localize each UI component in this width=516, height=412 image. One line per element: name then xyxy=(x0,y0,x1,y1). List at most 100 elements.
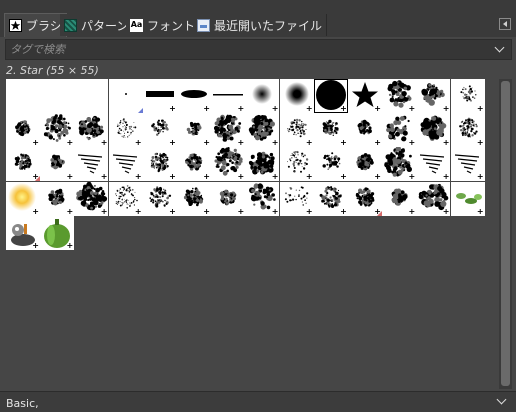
brush-item[interactable]: + xyxy=(6,181,40,216)
brush-item[interactable]: + xyxy=(348,147,382,182)
editable-marker-icon: + xyxy=(305,172,313,182)
brush-item[interactable]: + xyxy=(6,147,40,182)
editable-marker-icon: + xyxy=(340,138,347,148)
brush-item[interactable]: + xyxy=(279,181,314,216)
brush-item[interactable]: + xyxy=(313,79,348,113)
editable-marker-icon: + xyxy=(374,104,381,113)
brush-item[interactable] xyxy=(40,79,75,113)
chevron-down-icon[interactable] xyxy=(497,396,507,406)
tag-assign-input[interactable] xyxy=(4,394,488,412)
brush-item[interactable]: + xyxy=(382,113,417,148)
editable-marker-icon: + xyxy=(442,138,450,148)
brush-item[interactable]: + xyxy=(313,181,348,216)
document-history-icon xyxy=(197,18,210,32)
brush-item[interactable]: + xyxy=(211,181,246,216)
brush-item[interactable]: + xyxy=(416,113,451,148)
editable-marker-icon: + xyxy=(374,138,381,148)
brush-item[interactable]: + xyxy=(245,181,280,216)
brush-item[interactable]: + xyxy=(279,79,314,113)
brush-item[interactable] xyxy=(6,79,40,113)
brush-item[interactable]: + xyxy=(177,147,211,182)
brush-item[interactable]: + xyxy=(416,181,451,216)
brush-item[interactable]: + xyxy=(382,79,417,113)
editable-marker-icon: + xyxy=(271,138,279,148)
brush-item[interactable]: + xyxy=(142,79,177,113)
editable-marker-icon: + xyxy=(408,104,416,113)
brush-item[interactable]: + xyxy=(74,113,109,148)
brush-item[interactable]: + xyxy=(108,113,143,148)
brush-item[interactable]: + xyxy=(108,181,143,216)
chevron-down-icon[interactable] xyxy=(495,44,505,54)
editable-marker-icon: + xyxy=(237,104,245,113)
editable-marker-icon: + xyxy=(203,172,210,182)
brush-item[interactable]: + xyxy=(245,147,280,182)
editable-marker-icon: + xyxy=(408,172,416,182)
brush-item[interactable]: + xyxy=(40,147,75,182)
editable-marker-icon: + xyxy=(32,138,39,148)
brush-item[interactable]: + xyxy=(450,181,485,216)
brush-item[interactable]: + xyxy=(74,181,109,216)
tab-patterns[interactable]: パターン xyxy=(60,14,134,36)
brush-item[interactable]: + xyxy=(348,181,382,216)
brush-item[interactable]: + xyxy=(313,147,348,182)
brush-item[interactable]: + xyxy=(6,215,40,250)
tab-menu-button[interactable] xyxy=(499,18,511,30)
brush-item[interactable]: + xyxy=(177,181,211,216)
editable-marker-icon: + xyxy=(66,206,74,216)
tab-patterns-label: パターン xyxy=(81,18,129,33)
brush-item[interactable]: + xyxy=(348,79,382,113)
brush-item[interactable]: + xyxy=(450,113,485,148)
editable-marker-icon: + xyxy=(100,138,108,148)
editable-marker-icon: + xyxy=(305,206,313,216)
brush-item[interactable]: + xyxy=(348,113,382,148)
brush-item[interactable]: + xyxy=(177,113,211,148)
brush-item[interactable]: + xyxy=(40,181,75,216)
tab-recent-files[interactable]: 最近開いたファイル xyxy=(193,14,328,36)
editable-marker-icon: + xyxy=(340,172,347,182)
brush-item[interactable]: + xyxy=(211,147,246,182)
brush-item[interactable]: + xyxy=(142,113,177,148)
brush-item[interactable]: + xyxy=(245,113,280,148)
brush-item[interactable]: + xyxy=(416,79,451,113)
editable-marker-icon: + xyxy=(271,104,279,113)
brush-item[interactable]: + xyxy=(40,113,75,148)
brush-item[interactable]: + xyxy=(40,215,75,250)
editable-marker-icon: + xyxy=(237,172,245,182)
editable-marker-icon: + xyxy=(476,104,484,113)
tag-filter-input[interactable] xyxy=(6,40,494,59)
scrollbar-thumb[interactable] xyxy=(501,81,510,386)
brush-item[interactable]: + xyxy=(6,113,40,148)
brush-item[interactable]: + xyxy=(382,181,417,216)
tab-fonts[interactable]: Aa フォント xyxy=(126,14,201,36)
brush-item[interactable]: + xyxy=(450,147,485,182)
tab-recent-files-label: 最近開いたファイル xyxy=(214,18,323,33)
brush-item[interactable]: + xyxy=(142,147,177,182)
vertical-scrollbar[interactable] xyxy=(499,79,512,389)
brush-item[interactable]: + xyxy=(279,113,314,148)
tab-fonts-label: フォント xyxy=(147,18,196,33)
brush-item[interactable]: + xyxy=(382,147,417,182)
brush-item[interactable]: + xyxy=(177,79,211,113)
brush-item[interactable]: + xyxy=(74,147,109,182)
brush-item[interactable]: + xyxy=(211,113,246,148)
brush-item[interactable] xyxy=(108,79,143,113)
brush-item[interactable]: + xyxy=(450,79,485,113)
tag-filter-combo[interactable] xyxy=(5,39,512,60)
brush-item[interactable]: + xyxy=(211,79,246,113)
brush-item[interactable]: + xyxy=(279,147,314,182)
brush-item[interactable]: + xyxy=(245,79,280,113)
brush-item[interactable]: + xyxy=(313,113,348,148)
brush-item[interactable]: + xyxy=(108,147,143,182)
editable-marker-icon: + xyxy=(476,206,484,216)
brush-item[interactable]: + xyxy=(142,181,177,216)
editable-marker-icon: + xyxy=(169,138,176,148)
star-icon xyxy=(9,19,22,32)
brush-item[interactable] xyxy=(74,79,109,113)
tab-brushes[interactable]: ブラシ xyxy=(4,13,67,37)
editable-marker-icon: + xyxy=(340,104,347,113)
editable-marker-icon: + xyxy=(100,206,108,216)
editable-marker-icon: + xyxy=(134,138,142,148)
editable-marker-icon: + xyxy=(203,104,210,113)
tab-bar: ブラシ パターン Aa フォント 最近開いたファイル xyxy=(0,0,516,37)
brush-item[interactable]: + xyxy=(416,147,451,182)
